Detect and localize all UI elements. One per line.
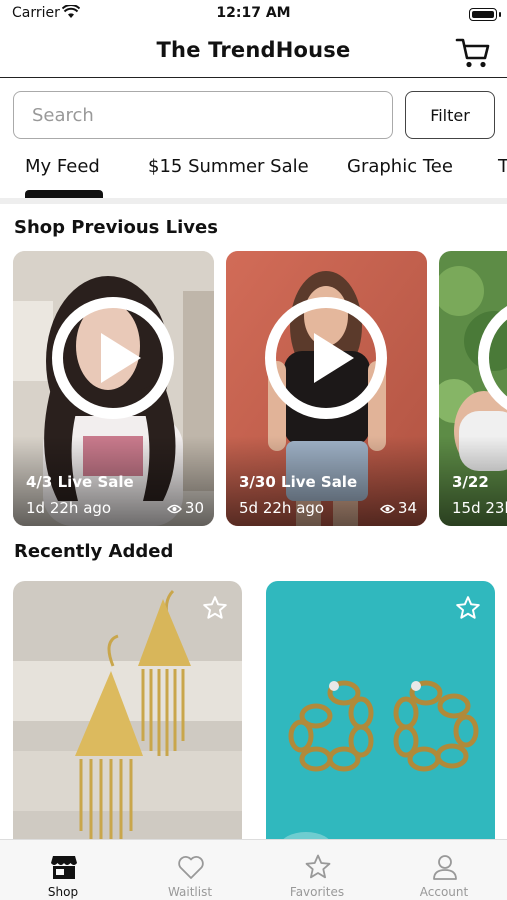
star-icon <box>305 854 331 879</box>
section-title-lives: Shop Previous Lives <box>14 217 218 238</box>
live-title: 3/30 Live Sale <box>239 473 358 491</box>
product-card[interactable] <box>266 581 495 839</box>
products-grid <box>0 581 507 839</box>
live-view-count: 34 <box>379 499 417 517</box>
eye-icon <box>379 504 395 514</box>
tabbar-label: Shop <box>47 885 79 899</box>
tabbar-label: Account <box>419 885 469 899</box>
cart-icon[interactable] <box>455 36 491 70</box>
search-input[interactable] <box>13 91 393 139</box>
person-icon <box>433 855 457 880</box>
live-time-ago: 15d 23h <box>452 499 507 517</box>
star-icon[interactable] <box>202 595 228 621</box>
views-value: 34 <box>397 499 417 517</box>
tab-next[interactable]: T <box>498 156 507 177</box>
tabbar-label: Waitlist <box>167 885 213 899</box>
live-card[interactable]: 3/22 15d 23h <box>439 251 507 526</box>
section-divider <box>0 198 507 204</box>
category-tabs: My Feed $15 Summer Sale Graphic Tee T <box>0 148 507 198</box>
product-card[interactable] <box>13 581 242 839</box>
eye-icon <box>166 504 182 514</box>
filter-button[interactable]: Filter <box>405 91 495 139</box>
tabbar-item-account[interactable]: Account <box>381 840 507 900</box>
views-value: 30 <box>184 499 204 517</box>
live-card[interactable]: 3/30 Live Sale 5d 22h ago 34 <box>226 251 427 526</box>
section-title-recent: Recently Added <box>14 541 174 562</box>
bottom-tab-bar: Shop Waitlist Favorites Account <box>0 839 507 900</box>
play-icon[interactable] <box>265 297 387 419</box>
star-icon[interactable] <box>455 595 481 621</box>
tab-my-feed[interactable]: My Feed <box>25 156 100 177</box>
play-icon[interactable] <box>52 297 174 419</box>
clock: 12:17 AM <box>216 5 291 21</box>
live-title: 4/3 Live Sale <box>26 473 134 491</box>
app-title: The TrendHouse <box>156 38 351 62</box>
lives-carousel: 4/3 Live Sale 1d 22h ago 30 3/30 Live Sa… <box>0 251 507 526</box>
battery-icon <box>469 8 501 21</box>
live-time-ago: 5d 22h ago <box>239 499 325 517</box>
tabbar-item-shop[interactable]: Shop <box>0 840 126 900</box>
tab-summer-sale[interactable]: $15 Summer Sale <box>148 156 309 177</box>
live-card[interactable]: 4/3 Live Sale 1d 22h ago 30 <box>13 251 214 526</box>
live-title: 3/22 <box>452 473 489 491</box>
live-view-count: 30 <box>166 499 204 517</box>
heart-icon <box>178 856 204 879</box>
live-time-ago: 1d 22h ago <box>26 499 112 517</box>
shop-icon <box>51 856 77 879</box>
tab-graphic-tee[interactable]: Graphic Tee <box>347 156 453 177</box>
active-tab-indicator <box>25 190 103 198</box>
tabbar-item-waitlist[interactable]: Waitlist <box>127 840 253 900</box>
status-bar: Carrier 12:17 AM <box>0 0 507 30</box>
tabbar-item-favorites[interactable]: Favorites <box>254 840 380 900</box>
tabbar-label: Favorites <box>289 885 345 899</box>
app-header: The TrendHouse <box>0 30 507 78</box>
